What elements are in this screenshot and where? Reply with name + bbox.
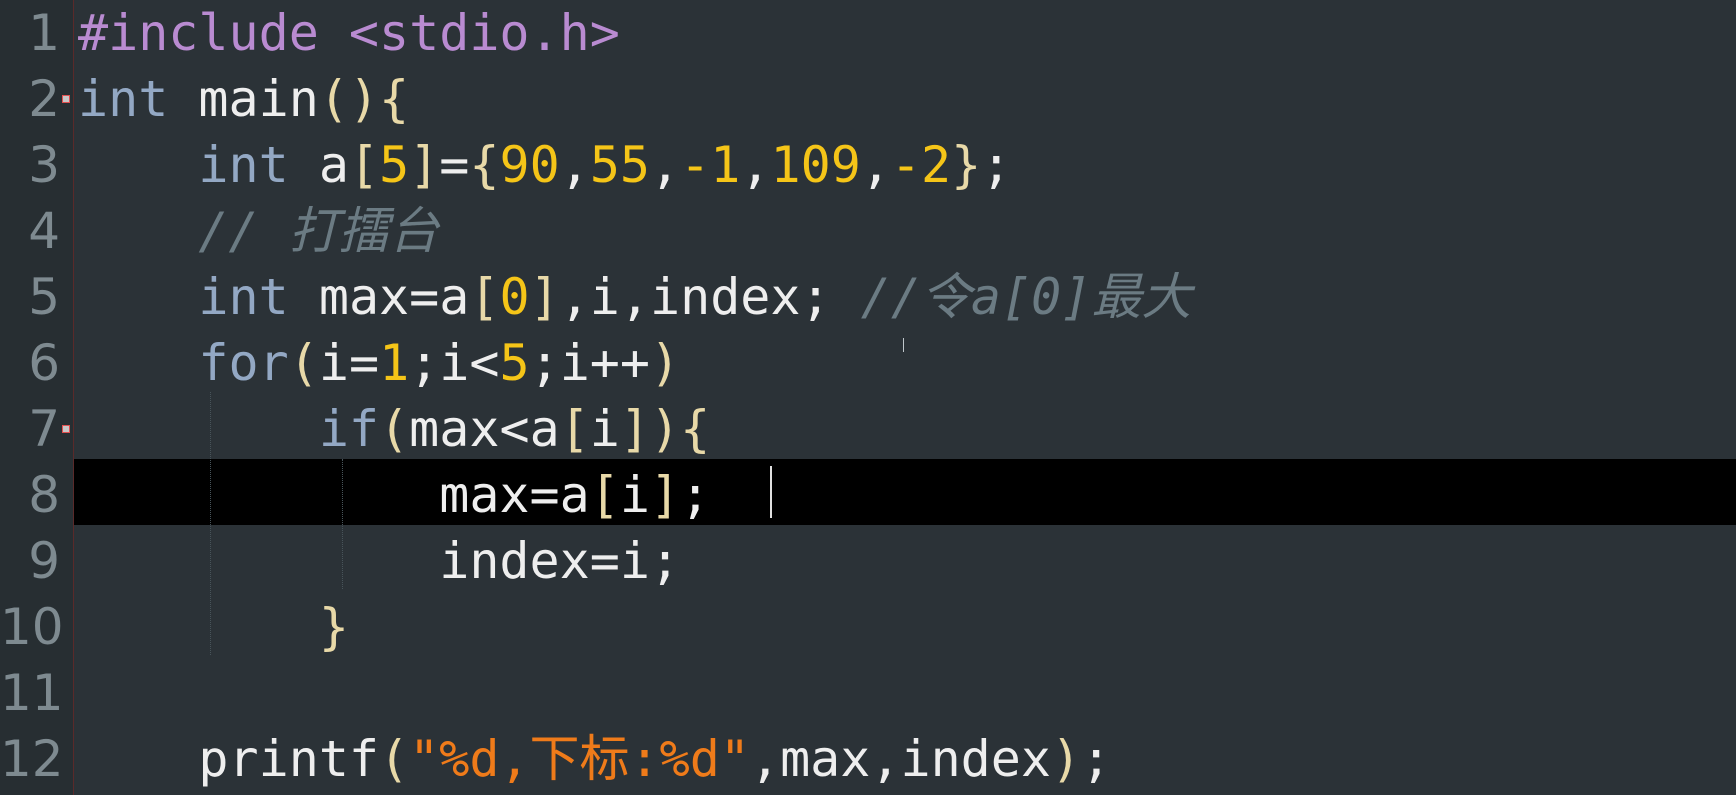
code-token: , — [650, 136, 681, 194]
code-token: [ — [348, 136, 380, 194]
code-token: a — [288, 136, 349, 194]
line-number: 8 — [28, 466, 60, 524]
line-number: 9 — [28, 532, 60, 590]
code-token: [ — [589, 466, 620, 524]
code-token: ] — [409, 136, 440, 194]
code-token: ) — [650, 334, 681, 392]
code-token: main — [168, 70, 319, 128]
line-number: 11 — [0, 664, 64, 722]
code-token: ( — [288, 334, 319, 392]
code-token: max=a — [288, 268, 470, 326]
code-token: for — [198, 334, 289, 392]
code-line[interactable]: int a[5]={90,55,-1,109,-2}; — [78, 132, 1011, 198]
code-line[interactable]: } — [78, 594, 349, 660]
line-number: 1 — [28, 4, 60, 62]
code-token: max=a — [78, 466, 590, 524]
mouse-ibeam-cursor-icon — [900, 338, 908, 352]
code-token: { — [379, 70, 410, 128]
code-token: i — [589, 400, 620, 458]
code-token: "%d,下标:%d" — [409, 730, 750, 788]
line-number: 4 — [28, 202, 60, 260]
code-token: , — [740, 136, 771, 194]
code-token: ; — [981, 136, 1012, 194]
code-token: //令a[0]最大 — [860, 268, 1192, 326]
code-token: = — [439, 136, 470, 194]
code-token: 5 — [379, 136, 410, 194]
code-line[interactable]: #include <stdio.h> — [78, 0, 620, 66]
line-number: 2 — [28, 70, 60, 128]
code-token: ,max,index — [749, 730, 1051, 788]
code-editor[interactable]: 1 2 3 4 5 6 7 8 9 10 11 12 #include <stdio.h> int ma… — [0, 0, 1736, 795]
code-token: 90 — [499, 136, 560, 194]
code-line[interactable]: // 打擂台 — [78, 198, 439, 264]
code-line[interactable]: for(i=1;i<5;i++) — [78, 330, 680, 396]
code-token: { — [680, 400, 711, 458]
code-token: , — [860, 136, 891, 194]
code-token: [ — [469, 268, 500, 326]
code-token: -2 — [890, 136, 952, 194]
code-token: ,i,index; — [559, 268, 861, 326]
code-line[interactable]: if(max<a[i]){ — [78, 396, 710, 462]
code-token: ;i++ — [529, 334, 651, 392]
code-token: } — [318, 598, 349, 656]
code-token: 109 — [770, 136, 861, 194]
line-number: 7 — [28, 400, 60, 458]
code-token: ; — [680, 466, 711, 524]
code-line[interactable]: printf("%d,下标:%d",max,index); — [78, 726, 1111, 792]
code-token: } — [951, 136, 982, 194]
line-number: 12 — [0, 730, 64, 788]
code-token: ] — [619, 400, 650, 458]
line-number: 6 — [28, 334, 60, 392]
code-token: i= — [318, 334, 380, 392]
line-number: 10 — [0, 598, 64, 656]
line-number: 5 — [28, 268, 60, 326]
fold-toggle-icon[interactable] — [62, 95, 70, 103]
code-line[interactable]: int max=a[0],i,index; //令a[0]最大 — [78, 264, 1191, 330]
code-token: [ — [559, 400, 590, 458]
code-token: int — [198, 136, 289, 194]
code-token: ) — [1051, 730, 1082, 788]
code-token: max<a — [409, 400, 560, 458]
code-token: 5 — [499, 334, 530, 392]
code-token: #include <stdio.h> — [78, 4, 620, 62]
code-token: if — [318, 400, 380, 458]
code-token: ] — [649, 466, 681, 524]
code-token: int — [78, 70, 169, 128]
code-line[interactable]: int main(){ — [78, 66, 409, 132]
code-token: ) — [650, 400, 681, 458]
code-token: () — [318, 70, 380, 128]
fold-toggle-icon[interactable] — [62, 425, 70, 433]
code-token: 1 — [379, 334, 410, 392]
code-token: 0 — [499, 268, 530, 326]
code-token: { — [469, 136, 500, 194]
code-token: // 打擂台 — [198, 202, 439, 260]
code-token: index=i; — [78, 532, 681, 590]
code-token: ( — [379, 400, 410, 458]
code-token: , — [559, 136, 590, 194]
code-token: ; — [1081, 730, 1112, 788]
code-token: ( — [379, 730, 410, 788]
code-token: 55 — [589, 136, 651, 194]
code-token: ;i< — [409, 334, 500, 392]
gutter-divider — [73, 0, 74, 795]
code-token: ] — [529, 268, 560, 326]
code-token: printf — [78, 730, 380, 788]
line-number: 3 — [28, 136, 60, 194]
code-token: int — [198, 268, 289, 326]
code-line[interactable]: index=i; — [78, 528, 680, 594]
code-line[interactable]: max=a[i]; — [78, 462, 710, 528]
text-cursor — [770, 466, 772, 518]
code-token: -1 — [680, 136, 741, 194]
code-token: i — [619, 466, 650, 524]
